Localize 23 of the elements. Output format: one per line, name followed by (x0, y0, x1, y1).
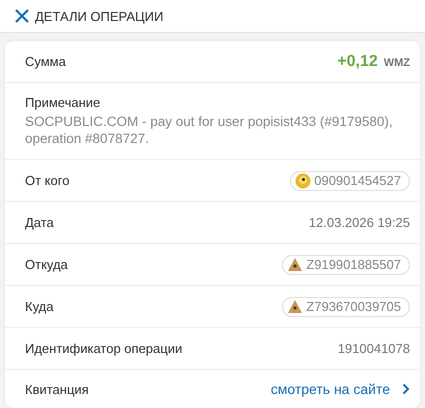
pyramid-icon (287, 256, 304, 272)
row-label: Куда (25, 299, 54, 314)
row-label: Сумма (25, 54, 66, 69)
row-label: Примечание (25, 95, 100, 110)
coin-icon (295, 172, 312, 188)
row-value: 12.03.2026 19:25 (308, 215, 410, 230)
wallet-chip[interactable]: 090901454527 (290, 170, 410, 190)
wallet-chip[interactable]: Z793670039705 (282, 296, 410, 316)
note-text: SOCPUBLIC.COM - pay out for user popisist433 (#9179580), operation #8078727. (25, 113, 394, 147)
amount-value: +0,12 (337, 52, 378, 70)
row-label: Квитанция (25, 382, 89, 396)
view-on-site-link[interactable]: смотреть на сайте (270, 381, 410, 397)
page-title: ДЕТАЛИ ОПЕРАЦИИ (35, 8, 164, 24)
close-icon[interactable] (15, 9, 29, 23)
row-label: Откуда (25, 257, 68, 272)
chevron-right-icon (402, 383, 410, 395)
currency-label: WMZ (384, 56, 410, 68)
row-label: Дата (25, 215, 54, 230)
row-label: От кого (25, 173, 70, 188)
wallet-chip[interactable]: Z919901885507 (282, 254, 410, 274)
row-value: 1910041078 (338, 341, 410, 356)
row-label: Идентификатор операции (25, 341, 182, 356)
pyramid-icon (287, 298, 304, 314)
